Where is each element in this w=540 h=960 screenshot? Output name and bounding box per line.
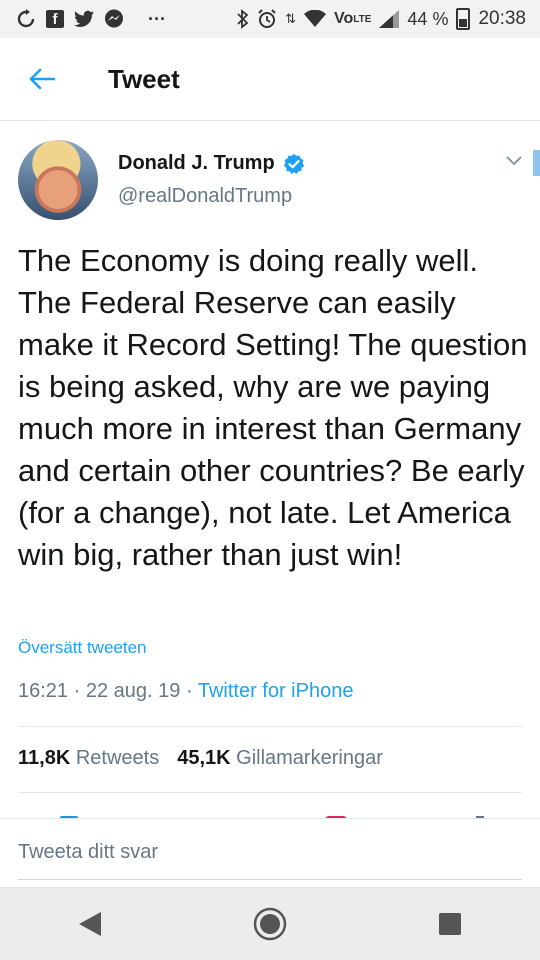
signal-icon bbox=[379, 10, 400, 28]
alarm-icon bbox=[257, 9, 277, 29]
likes-stat[interactable]: 45,1K Gillamarkeringar bbox=[177, 747, 383, 770]
status-bar: f ··· ⇅ Vo LTE 44 % 20:38 bbox=[0, 0, 540, 38]
bluetooth-icon bbox=[237, 9, 249, 29]
system-navigation-bar bbox=[0, 888, 540, 960]
tweet-source-link[interactable]: Twitter for iPhone bbox=[198, 680, 354, 702]
divider bbox=[18, 792, 522, 793]
battery-icon bbox=[456, 8, 471, 30]
retweets-label: Retweets bbox=[75, 747, 160, 769]
triangle-back-icon bbox=[79, 912, 101, 936]
wifi-icon bbox=[304, 10, 326, 28]
facebook-icon: f bbox=[46, 10, 64, 28]
user-handle[interactable]: @realDonaldTrump bbox=[118, 185, 305, 208]
verified-badge-icon bbox=[283, 153, 304, 174]
retweets-stat[interactable]: 11,8K Retweets bbox=[18, 747, 159, 770]
back-button[interactable] bbox=[22, 59, 62, 99]
back-arrow-icon bbox=[29, 68, 55, 90]
top-app-bar: Tweet bbox=[0, 38, 540, 121]
author-names: Donald J. Trump @realDonaldTrump bbox=[118, 152, 305, 208]
data-icon: ⇅ bbox=[285, 11, 296, 26]
meta-separator: · bbox=[185, 680, 193, 702]
messenger-icon bbox=[104, 9, 124, 29]
nav-recents-button[interactable] bbox=[420, 894, 480, 954]
retweets-count: 11,8K bbox=[18, 747, 71, 769]
reply-composer: Tweeta ditt svar bbox=[0, 818, 540, 888]
likes-label: Gillamarkeringar bbox=[236, 747, 383, 769]
likes-count: 45,1K bbox=[177, 747, 231, 769]
chevron-down-icon[interactable] bbox=[505, 152, 523, 170]
tweet-text: The Economy is doing really well. The Fe… bbox=[18, 243, 528, 572]
scroll-indicator bbox=[533, 150, 540, 176]
tweet-author[interactable]: Donald J. Trump @realDonaldTrump bbox=[18, 140, 305, 220]
sync-icon bbox=[16, 9, 36, 29]
more-icon: ··· bbox=[148, 8, 166, 29]
tweet-time: 16:21 bbox=[18, 680, 69, 702]
avatar[interactable] bbox=[18, 140, 98, 220]
divider bbox=[18, 726, 522, 727]
engagement-stats: 11,8K Retweets 45,1K Gillamarkeringar bbox=[18, 747, 383, 770]
page-title: Tweet bbox=[108, 63, 180, 94]
nav-back-button[interactable] bbox=[60, 894, 120, 954]
home-circle-icon bbox=[253, 907, 287, 941]
twitter-icon bbox=[74, 10, 94, 28]
display-name[interactable]: Donald J. Trump bbox=[118, 152, 275, 175]
volte-icon: Vo LTE bbox=[334, 10, 372, 27]
meta-separator: · bbox=[73, 680, 81, 702]
tweet-metadata: 16:21 · 22 aug. 19 · Twitter for iPhone bbox=[18, 680, 353, 703]
tweet-date: 22 aug. 19 bbox=[85, 680, 181, 702]
square-recents-icon bbox=[439, 913, 461, 935]
battery-level: 44 % bbox=[407, 8, 449, 29]
input-underline bbox=[18, 879, 522, 880]
nav-home-button[interactable] bbox=[240, 894, 300, 954]
clock: 20:38 bbox=[478, 8, 526, 29]
reply-input[interactable]: Tweeta ditt svar bbox=[18, 841, 158, 864]
translate-tweet-link[interactable]: Översätt tweeten bbox=[18, 638, 147, 658]
